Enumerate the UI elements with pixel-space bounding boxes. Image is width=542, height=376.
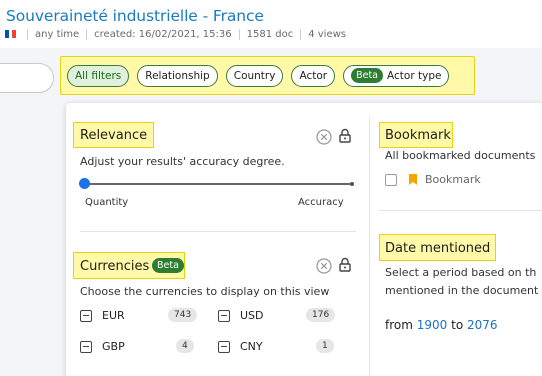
date-from-value[interactable]: 1900	[417, 318, 448, 332]
relevance-title-highlight: Relevance	[73, 122, 154, 148]
slider-left-label: Quantity	[85, 197, 129, 208]
bookmark-description: All bookmarked documents	[385, 149, 536, 162]
meta-time-range: any time	[35, 28, 80, 40]
currencies-title: Currencies	[80, 259, 150, 274]
bookmark-icon	[409, 174, 417, 185]
checkbox-indeterminate-icon	[218, 340, 230, 353]
date-range: from 1900 to 2076	[385, 318, 498, 332]
actor-filter-chip[interactable]: Actor	[291, 64, 336, 87]
bookmark-checkbox[interactable]: Bookmark	[385, 173, 481, 186]
column-divider	[369, 117, 370, 376]
currency-checkbox-usd[interactable]: USD	[218, 309, 264, 322]
chip-label: All filters	[75, 69, 122, 82]
date-description-line1: Select a period based on th	[385, 266, 537, 279]
currency-count: 4	[176, 339, 194, 353]
filter-bar: All filters Relationship Country Actor B…	[60, 56, 475, 95]
relevance-title: Relevance	[80, 128, 148, 143]
view-meta: any time created: 16/02/2021, 15:36 1581…	[5, 28, 346, 40]
bookmark-title: Bookmark	[385, 128, 451, 143]
chip-label: Actor	[299, 69, 328, 82]
currency-code: CNY	[240, 340, 263, 353]
meta-views: 4 views	[308, 28, 346, 40]
meta-separator	[300, 28, 302, 40]
france-flag-icon	[5, 30, 17, 38]
bookmark-title-highlight: Bookmark	[379, 122, 453, 148]
all-filters-chip[interactable]: All filters	[67, 64, 130, 87]
date-to-label: to	[451, 318, 464, 332]
date-mentioned-title-highlight: Date mentioned	[379, 234, 496, 261]
currency-code: EUR	[102, 309, 125, 322]
currencies-description: Choose the currencies to display on this…	[80, 285, 330, 298]
currency-count: 176	[306, 308, 336, 322]
section-divider	[80, 231, 356, 232]
date-from-label: from	[385, 318, 413, 332]
currency-code: USD	[240, 309, 264, 322]
beta-badge: Beta	[152, 258, 184, 273]
currency-checkbox-cny[interactable]: CNY	[218, 340, 263, 353]
relevance-slider-handle[interactable]	[79, 178, 90, 189]
reset-icon[interactable]	[316, 129, 332, 145]
currencies-title-highlight: Currencies Beta	[73, 252, 185, 279]
checkbox-empty-icon	[385, 173, 397, 186]
checkbox-indeterminate-icon	[218, 309, 230, 322]
meta-separator	[238, 28, 240, 40]
currency-count: 743	[168, 308, 198, 322]
currency-checkbox-gbp[interactable]: GBP	[80, 340, 125, 353]
relevance-description: Adjust your results' accuracy degree.	[80, 155, 285, 168]
search-input[interactable]	[0, 63, 54, 93]
meta-created: created: 16/02/2021, 15:36	[94, 28, 232, 40]
slider-right-label: Accuracy	[298, 197, 344, 208]
lock-icon[interactable]	[339, 128, 351, 143]
checkbox-indeterminate-icon	[80, 309, 92, 322]
filters-panel: Relevance Adjust your results' accuracy …	[66, 103, 542, 376]
date-description-line2: mentioned in the document	[385, 284, 539, 297]
chip-label: Country	[233, 69, 276, 82]
reset-icon[interactable]	[316, 258, 332, 274]
chip-label: Actor type	[387, 69, 442, 82]
beta-badge: Beta	[351, 68, 384, 83]
meta-separator	[27, 28, 28, 40]
view-header: Souveraineté industrielle - France any t…	[0, 0, 542, 48]
lock-icon[interactable]	[339, 257, 351, 272]
date-to-value[interactable]: 2076	[467, 318, 498, 332]
relationship-filter-chip[interactable]: Relationship	[137, 64, 218, 87]
actor-type-filter-chip[interactable]: Beta Actor type	[343, 64, 450, 87]
chip-label: Relationship	[145, 69, 210, 82]
slider-end-dot	[350, 182, 354, 186]
meta-separator	[86, 28, 88, 40]
country-filter-chip[interactable]: Country	[225, 64, 284, 87]
currency-checkbox-eur[interactable]: EUR	[80, 309, 125, 322]
view-title[interactable]: Souveraineté industrielle - France	[6, 7, 264, 25]
bookmark-option-label: Bookmark	[425, 173, 481, 186]
checkbox-indeterminate-icon	[80, 340, 92, 353]
meta-doc-count: 1581 doc	[246, 28, 294, 40]
currency-code: GBP	[102, 340, 125, 353]
relevance-slider-track[interactable]	[85, 183, 353, 185]
section-divider	[379, 210, 542, 211]
currency-count: 1	[316, 339, 334, 353]
date-mentioned-title: Date mentioned	[385, 241, 491, 256]
